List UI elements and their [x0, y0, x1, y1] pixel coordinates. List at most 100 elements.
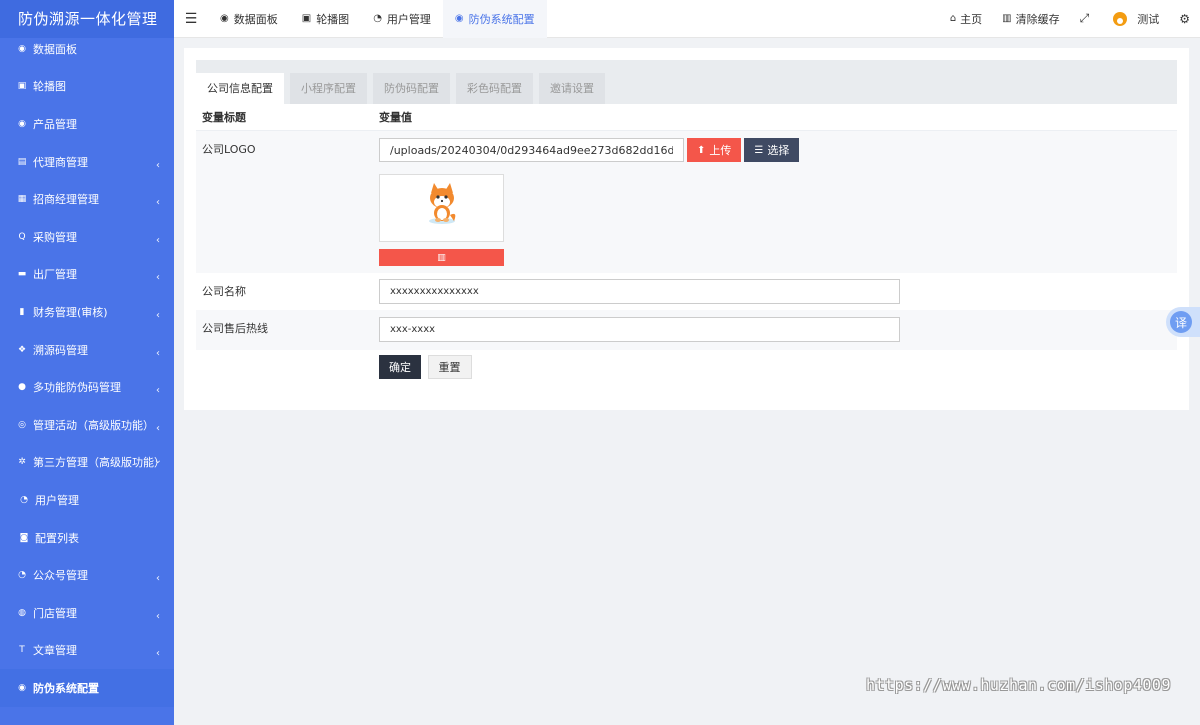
hotline-input[interactable]: [379, 317, 900, 342]
tab-icon: ◉: [454, 13, 464, 24]
table-row: 公司LOGO ⬆上传 ☰选择: [196, 131, 1177, 273]
sidebar-item-label: 多功能防伪码管理: [33, 381, 121, 395]
sidebar-item[interactable]: ◉ 产品管理: [0, 105, 174, 143]
sidebar-item-label: 数据面板: [33, 42, 77, 56]
table-row: 公司售后热线: [196, 310, 1177, 350]
watermark: https://www.huzhan.com/ishop4009: [866, 676, 1171, 694]
app-title: 防伪溯源一体化管理: [0, 0, 174, 38]
sidebar-item[interactable]: ▦ 招商经理管理 ‹: [0, 180, 174, 218]
logo-preview: [379, 174, 504, 242]
delete-logo-button[interactable]: ▥: [379, 249, 504, 266]
menu-toggle-icon[interactable]: ☰: [174, 0, 208, 38]
config-tab[interactable]: 小程序配置: [290, 73, 367, 104]
clear-cache-button[interactable]: ▥ 清除缓存: [992, 11, 1069, 27]
sidebar-item[interactable]: ◔ 公众号管理 ‹: [0, 556, 174, 594]
sidebar-item-label: 门店管理: [33, 606, 77, 620]
wechat-icon: ◔: [18, 570, 26, 581]
sidebar-item[interactable]: ◙ 配置列表: [0, 519, 174, 557]
home-button[interactable]: ⌂ 主页: [940, 11, 992, 27]
logo-path-input[interactable]: [379, 138, 684, 162]
sidebar-item-label: 轮播图: [33, 80, 66, 94]
top-tab-label: 数据面板: [233, 12, 278, 26]
top-nav: ☰ ◉ 数据面板 ▣ 轮播图 ◔ 用户管理 ◉ 防伪系统配置 ⌂ 主页 ▥ 清除缓存 ⤢ 测试 ⚙: [174, 0, 1200, 38]
sidebar-item[interactable]: ◉ 防伪系统配置: [0, 669, 174, 707]
fullscreen-button[interactable]: ⤢: [1070, 11, 1100, 26]
sidebar-item[interactable]: ◔ 用户管理: [0, 481, 174, 519]
product-icon: ◉: [18, 118, 26, 129]
table-row: 公司名称: [196, 273, 1177, 310]
sidebar-item-label: 出厂管理: [33, 268, 77, 282]
config-form: 变量标题 变量值 公司LOGO ⬆上传 ☰选择: [196, 103, 1177, 385]
sidebar-item[interactable]: ▬ 出厂管理 ‹: [0, 256, 174, 294]
sidebar-item-label: 防伪系统配置: [33, 681, 99, 695]
sidebar-item-label: 管理活动（高级版功能）: [33, 418, 154, 432]
sidebar-item[interactable]: ▮ 财务管理(审核) ‹: [0, 293, 174, 331]
sidebar-item[interactable]: ▣ 轮播图: [0, 68, 174, 106]
top-tab[interactable]: ▣ 轮播图: [290, 0, 361, 38]
sidebar-item[interactable]: ◍ 门店管理 ‹: [0, 594, 174, 632]
chevron-left-icon: ‹: [156, 422, 160, 434]
store-icon: ◍: [18, 607, 26, 618]
sidebar-item[interactable]: ● 多功能防伪码管理 ‹: [0, 368, 174, 406]
chevron-left-icon: ‹: [156, 610, 160, 622]
search-icon: Q: [18, 231, 26, 242]
config-tab[interactable]: 防伪码配置: [373, 73, 450, 104]
top-right-actions: ⌂ 主页 ▥ 清除缓存 ⤢ 测试 ⚙: [940, 0, 1200, 38]
reset-button[interactable]: 重置: [427, 355, 472, 379]
config-tabs: 公司信息配置 小程序配置 防伪码配置 彩色码配置 邀请设置: [196, 73, 611, 104]
trash-icon: ▥: [437, 252, 446, 263]
sidebar-item-label: 财务管理(审核): [33, 305, 108, 319]
info-icon: ●: [18, 382, 26, 393]
config-icon: ◙: [19, 532, 29, 543]
logo-label: 公司LOGO: [202, 143, 256, 156]
top-tab[interactable]: ◉ 数据面板: [208, 0, 290, 38]
sidebar-item[interactable]: T 文章管理 ‹: [0, 632, 174, 670]
translate-widget[interactable]: 译: [1166, 307, 1200, 337]
trash-icon: ▥: [1002, 13, 1012, 24]
target-icon: ◎: [18, 419, 26, 430]
sidebar-menu: ◉ 数据面板 ▣ 轮播图 ◉ 产品管理 ▤ 代理商管理 ‹ ▦ 招商经理管理 ‹ Q 采购管理 ‹ ▬ 出厂管理…: [0, 30, 174, 707]
sidebar-item-label: 产品管理: [33, 117, 77, 131]
upload-button[interactable]: ⬆ 上传: [687, 138, 742, 162]
expand-icon: ⤢: [1079, 11, 1090, 25]
config-tab[interactable]: 邀请设置: [539, 73, 605, 104]
top-tab[interactable]: ◉ 防伪系统配置: [442, 0, 547, 38]
translate-icon: 译: [1170, 311, 1192, 333]
finance-icon: ▮: [19, 306, 25, 317]
config-tabs-bar: 公司信息配置 小程序配置 防伪码配置 彩色码配置 邀请设置: [196, 60, 1177, 104]
sidebar-item[interactable]: ❖ 溯源码管理 ‹: [0, 331, 174, 369]
dashboard-icon: ◉: [18, 43, 26, 54]
top-tab-label: 用户管理: [386, 12, 431, 26]
text-icon: T: [19, 645, 25, 656]
sidebar-item-label: 采购管理: [33, 230, 77, 244]
fox-logo-image: [429, 183, 456, 224]
sidebar-item[interactable]: Q 采购管理 ‹: [0, 218, 174, 256]
sidebar-item-label: 配置列表: [35, 531, 79, 545]
sidebar-item[interactable]: ✲ 第三方管理（高级版功能） ⌄: [0, 444, 174, 482]
sidebar-item[interactable]: ▤ 代理商管理 ‹: [0, 143, 174, 181]
sidebar-item[interactable]: ◎ 管理活动（高级版功能） ‹: [0, 406, 174, 444]
chevron-left-icon: ‹: [156, 573, 160, 585]
top-tab[interactable]: ◔ 用户管理: [361, 0, 443, 38]
home-icon: ⌂: [949, 13, 957, 24]
chevron-left-icon: ‹: [156, 197, 160, 209]
table-header: 变量标题 变量值: [196, 103, 1177, 131]
config-tab[interactable]: 彩色码配置: [456, 73, 533, 104]
settings-button[interactable]: ⚙: [1169, 12, 1200, 26]
col-title-header: 变量标题: [202, 110, 246, 124]
confirm-button[interactable]: 确定: [379, 355, 421, 379]
chevron-down-icon: ⌄: [153, 455, 162, 467]
select-button[interactable]: ☰ 选择: [744, 138, 800, 162]
sidebar-item-label: 公众号管理: [33, 569, 88, 583]
tab-icon: ◉: [220, 13, 229, 24]
contact-icon: ▦: [17, 194, 27, 205]
config-tab[interactable]: 公司信息配置: [196, 73, 284, 104]
cubes-icon: ❖: [17, 344, 27, 355]
gears-icon: ⚙: [1179, 11, 1190, 26]
top-tab-label: 防伪系统配置: [468, 12, 535, 26]
wechat-icon: ◔: [20, 494, 28, 505]
user-menu[interactable]: 测试: [1099, 11, 1169, 27]
share-icon: ✲: [18, 457, 26, 468]
sidebar-item-label: 第三方管理（高级版功能）: [33, 456, 165, 470]
company-name-input[interactable]: [379, 279, 900, 304]
